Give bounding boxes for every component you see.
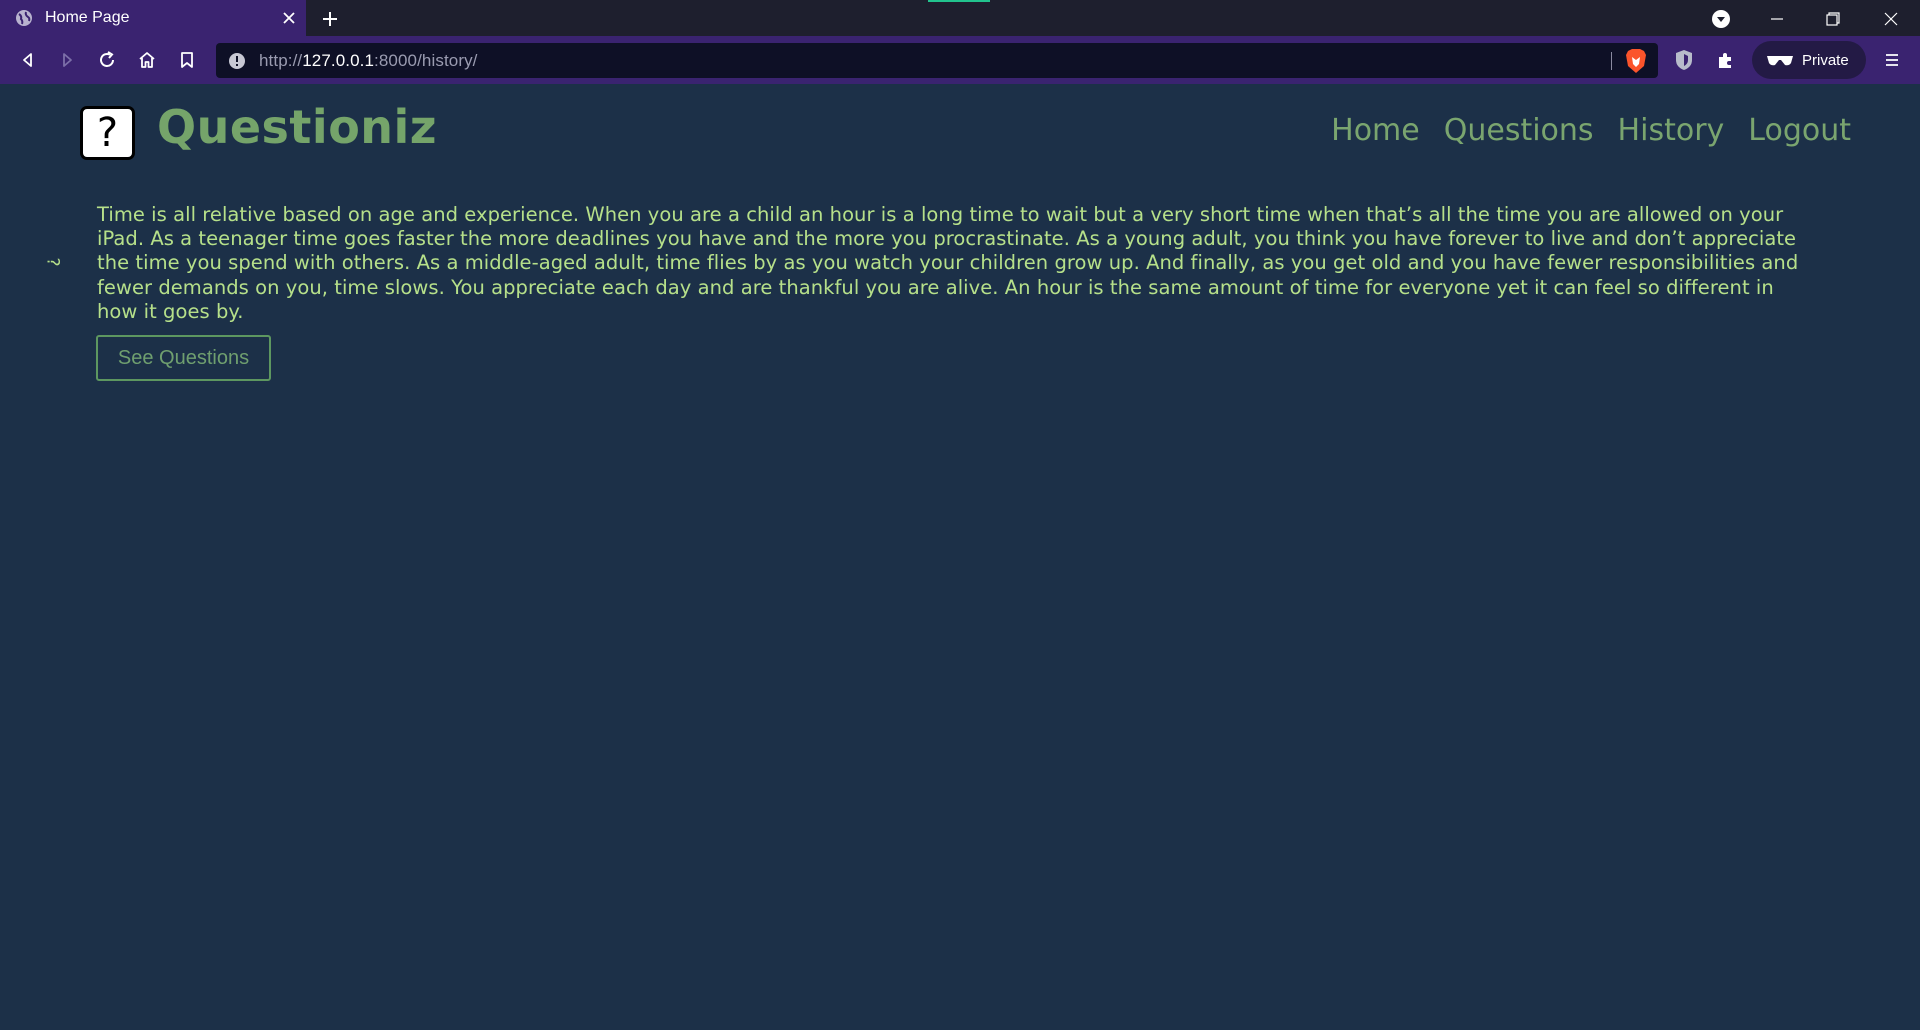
nav-questions[interactable]: Questions [1444, 113, 1594, 148]
history-story-text: Time is all relative based on age and ex… [97, 203, 1799, 323]
see-questions-button[interactable]: See Questions [96, 335, 271, 381]
brave-lion-icon[interactable] [1624, 48, 1648, 74]
reload-icon[interactable] [95, 48, 119, 72]
info-icon[interactable] [227, 51, 247, 71]
bookmark-icon[interactable] [175, 48, 199, 72]
loading-indicator [928, 0, 990, 2]
rotated-question-mark: ? [42, 257, 63, 267]
download-icon[interactable] [1706, 5, 1736, 33]
back-icon[interactable] [16, 48, 40, 72]
minimize-icon[interactable] [1762, 5, 1792, 33]
close-icon[interactable] [280, 9, 298, 27]
tab-strip: Home Page [0, 0, 1920, 36]
close-window-icon[interactable] [1876, 5, 1906, 33]
tab-title: Home Page [45, 9, 130, 26]
globe-icon [15, 9, 33, 27]
browser-toolbar: http://127.0.0.1:8000/history/ Private [0, 36, 1920, 84]
address-bar[interactable]: http://127.0.0.1:8000/history/ [216, 43, 1658, 78]
url-host: 127.0.0.1 [302, 50, 375, 70]
extensions-icon[interactable] [1714, 48, 1738, 72]
url-path: :8000/history/ [374, 50, 478, 70]
menu-icon[interactable] [1880, 48, 1904, 72]
forward-icon[interactable] [55, 48, 79, 72]
url-separator [1611, 52, 1612, 70]
home-icon[interactable] [135, 48, 159, 72]
nav-logout[interactable]: Logout [1748, 113, 1851, 148]
plus-icon[interactable] [318, 7, 342, 31]
url-scheme: http:// [259, 50, 303, 70]
site-brand[interactable]: Questioniz [157, 100, 437, 154]
url-text: http://127.0.0.1:8000/history/ [259, 51, 478, 71]
restore-icon[interactable] [1818, 5, 1848, 33]
logo-question-icon[interactable]: ? [80, 106, 135, 160]
nav-home[interactable]: Home [1331, 113, 1420, 148]
private-window-button[interactable]: Private [1752, 41, 1866, 79]
private-label: Private [1802, 51, 1849, 69]
shield-icon[interactable] [1672, 48, 1696, 72]
private-glasses-icon [1767, 56, 1793, 66]
site-nav: Home Questions History Logout [1331, 113, 1851, 148]
active-tab[interactable]: Home Page [0, 0, 306, 36]
nav-history[interactable]: History [1618, 113, 1725, 148]
